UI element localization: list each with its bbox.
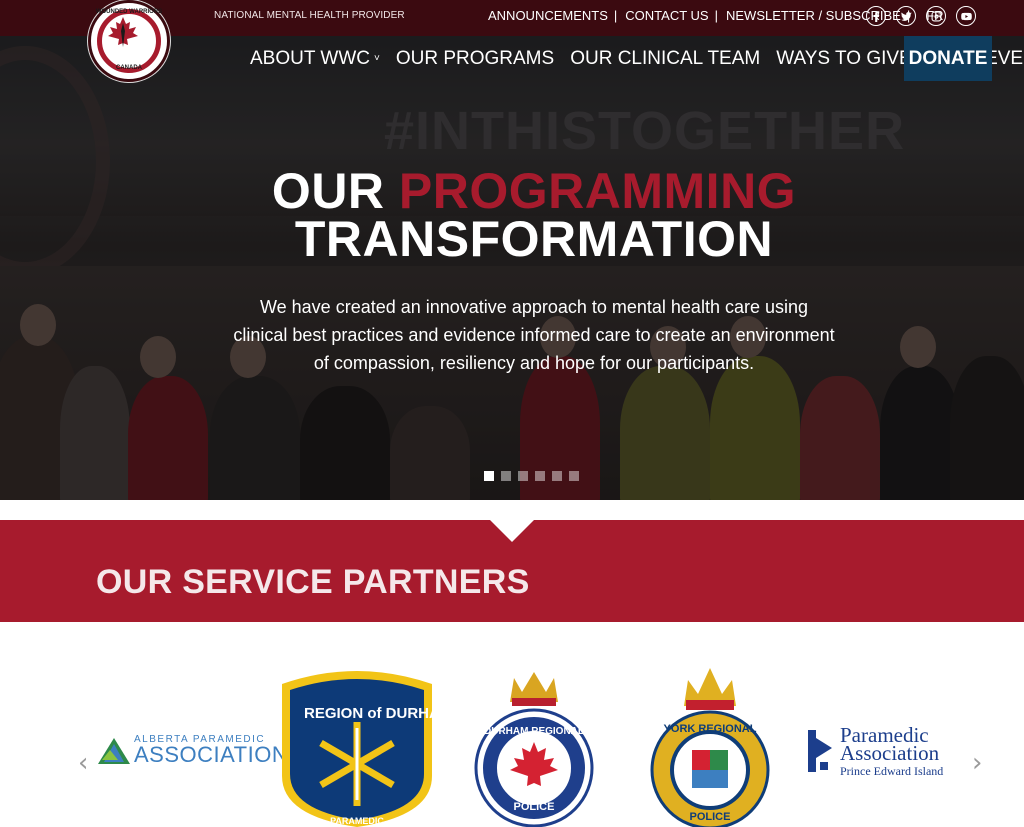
partner-logo-text: YORK REGIONAL	[664, 723, 757, 735]
social-links	[866, 6, 976, 26]
nav-item-label: OUR PROGRAMS	[395, 47, 555, 69]
slider-dot[interactable]	[518, 471, 528, 481]
service-partners-title: OUR SERVICE PARTNERS	[96, 563, 530, 601]
partner-logo-durham-police[interactable]: DURHAM REGIONAL POLICE	[474, 668, 594, 827]
partner-logo-text: DURHAM REGIONAL	[484, 726, 584, 737]
nav-item-label: WAYS TO GIVE	[776, 47, 912, 69]
tagline: NATIONAL MENTAL HEALTH PROVIDER	[214, 10, 405, 21]
partner-logo-text: Prince Edward Island	[840, 764, 944, 778]
partner-logo-text: ASSOCIATION	[134, 742, 289, 767]
hero-title: OUR PROGRAMMING	[0, 166, 1024, 216]
logo-text-top: WOUNDED WARRIORS	[95, 9, 163, 15]
logo-text-bottom: CANADA	[116, 65, 142, 71]
slider-dot[interactable]	[484, 471, 494, 481]
announcements-link[interactable]: ANNOUNCEMENTS	[488, 8, 608, 23]
slider-dot[interactable]	[569, 471, 579, 481]
separator: |	[714, 8, 718, 23]
partner-logo-text: POLICE	[690, 811, 731, 823]
site-logo[interactable]: WOUNDED WARRIORS CANADA	[88, 0, 170, 82]
partner-logo-alberta-paramedic[interactable]: ALBERTA PARAMEDIC ASSOCIATION	[96, 734, 288, 770]
slider-dots	[484, 471, 579, 481]
twitter-icon[interactable]	[896, 6, 916, 26]
donate-button[interactable]: DONATE	[904, 36, 992, 81]
partner-logo-text: Association	[840, 741, 940, 765]
contact-us-link[interactable]: CONTACT US	[625, 8, 708, 23]
youtube-icon[interactable]	[956, 6, 976, 26]
partner-logo-text: REGION of DURHAM	[304, 705, 442, 722]
nav-item-clinical-team[interactable]: OUR CLINICAL TEAM	[570, 48, 760, 70]
chevron-down-icon: ˅	[373, 53, 380, 64]
nav-item-our-programs[interactable]: OUR PROGRAMS	[396, 48, 554, 70]
nav-item-about-wwc[interactable]: ABOUT WWC ˅	[250, 48, 380, 70]
carousel-next-arrow[interactable]: ›	[972, 748, 982, 778]
instagram-icon[interactable]	[926, 6, 946, 26]
partner-logo-durham-paramedic[interactable]: REGION of DURHAM PARAMEDIC	[272, 666, 442, 827]
alberta-triangle-icon	[98, 738, 130, 764]
hero-slider: #INTHISTOGETHER OUR PROGRAMMING TRANSFOR…	[0, 36, 1024, 500]
partner-logo-text: POLICE	[514, 801, 555, 813]
separator: |	[613, 8, 618, 23]
slider-dot[interactable]	[501, 471, 511, 481]
band-notch	[490, 520, 534, 542]
nav-item-label: OUR CLINICAL TEAM	[570, 47, 761, 69]
hero-body: We have created an innovative approach t…	[233, 297, 835, 373]
facebook-icon[interactable]	[866, 6, 886, 26]
nav-item-ways-to-give[interactable]: WAYS TO GIVE ˅	[776, 48, 921, 70]
star-of-life-icon	[808, 730, 832, 772]
carousel-prev-arrow[interactable]: ‹	[78, 748, 88, 778]
hero-overlay	[0, 36, 1024, 500]
nav-item-label: ABOUT WWC	[250, 47, 370, 69]
partner-logo-york-police[interactable]: YORK REGIONAL POLICE	[648, 666, 772, 827]
partner-logo-paramedic-pei[interactable]: Paramedic Association Prince Edward Isla…	[806, 725, 966, 778]
slider-dot[interactable]	[535, 471, 545, 481]
partner-logo-text: PARAMEDIC	[330, 816, 384, 826]
slider-dot[interactable]	[552, 471, 562, 481]
maple-leaf-icon	[108, 17, 138, 47]
hero-title-line2: TRANSFORMATION	[294, 211, 774, 267]
